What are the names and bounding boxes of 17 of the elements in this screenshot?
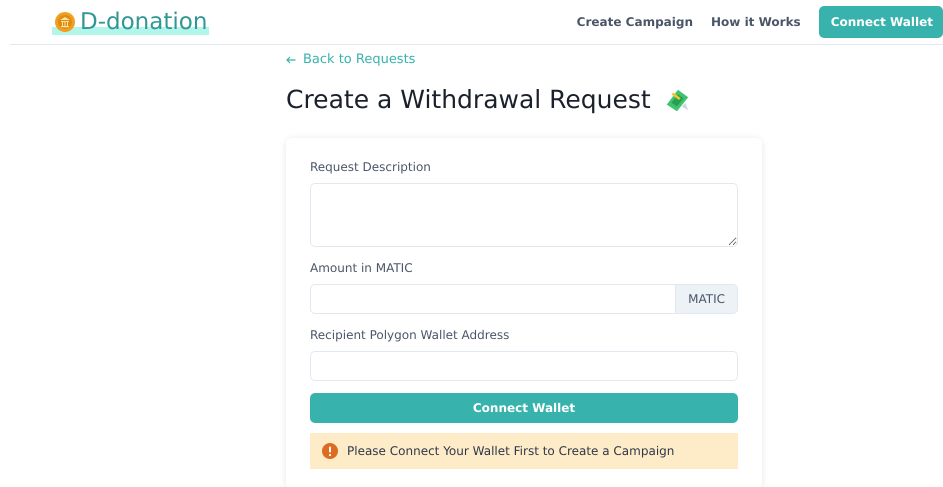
back-link[interactable]: Back to Requests (286, 52, 416, 67)
connect-wallet-button[interactable]: Connect Wallet (310, 393, 738, 423)
amount-field[interactable] (310, 284, 676, 314)
nav-link[interactable]: How it Works (711, 15, 801, 29)
description-field[interactable] (310, 183, 738, 247)
alert-text: Please Connect Your Wallet First to Create a Campaign (347, 444, 674, 458)
field-label: Recipient Polygon Wallet Address (310, 328, 510, 342)
page-title: Create a Withdrawal Request (286, 85, 651, 114)
warning-icon (322, 443, 338, 459)
coin-icon (54, 11, 76, 33)
back-arrow-icon (286, 56, 296, 64)
unit-addon: MATIC (676, 284, 738, 314)
field-label: Request Description (310, 160, 432, 174)
field-label: Amount in MATIC (310, 261, 414, 275)
connect-wallet-button[interactable]: Connect Wallet (818, 6, 943, 38)
nav-link[interactable]: Create Campaign (576, 15, 694, 29)
address-field[interactable] (310, 351, 738, 381)
